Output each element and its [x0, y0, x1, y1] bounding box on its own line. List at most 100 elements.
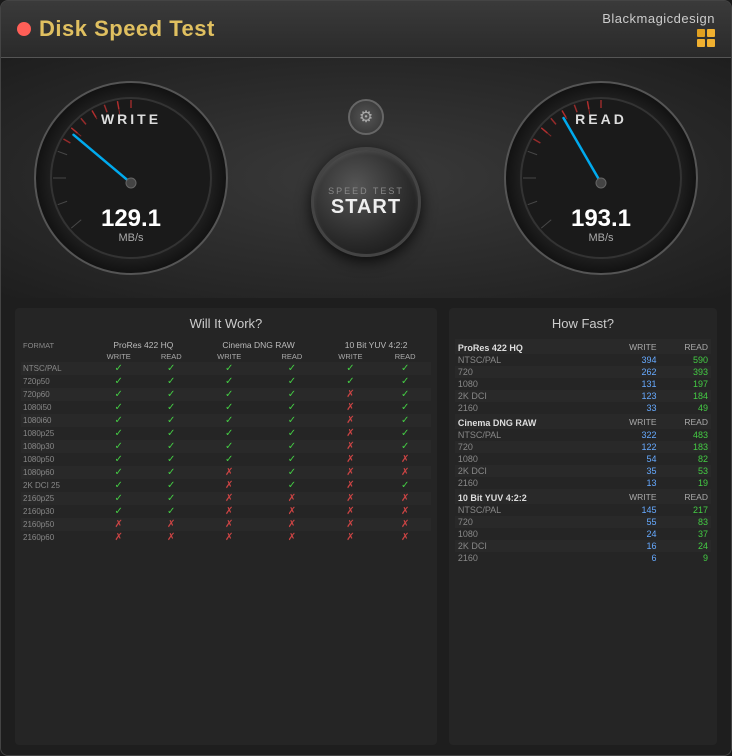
- gear-button[interactable]: ⚙: [348, 99, 384, 135]
- check-cell: ✓: [147, 375, 196, 388]
- check-cell: ✓: [263, 427, 322, 440]
- cross-cell: ✗: [91, 531, 147, 544]
- hf-row-label: 720: [455, 516, 602, 528]
- cross-cell: ✗: [379, 492, 430, 505]
- table-row: 2160p60✗✗✗✗✗✗: [21, 531, 431, 544]
- cross-cell: ✗: [379, 518, 430, 531]
- hf-write-val: 54: [602, 453, 660, 465]
- table-row: 1080p30✓✓✓✓✗✓: [21, 440, 431, 453]
- hf-section-header: Cinema DNG RAW WRITE READ: [455, 414, 711, 429]
- svg-text:WRITE: WRITE: [101, 111, 161, 127]
- check-cell: ✓: [91, 401, 147, 414]
- hf-row-label: 2K DCI: [455, 540, 602, 552]
- cross-cell: ✗: [196, 466, 263, 479]
- brand-sq-1: [697, 29, 705, 37]
- hf-row-label: 2K DCI: [455, 390, 602, 402]
- svg-text:READ: READ: [575, 111, 627, 127]
- hf-row-label: 720: [455, 441, 602, 453]
- cross-cell: ✗: [196, 492, 263, 505]
- format-cell: 1080i60: [21, 414, 91, 427]
- format-cell: 2160p30: [21, 505, 91, 518]
- svg-text:MB/s: MB/s: [118, 232, 144, 244]
- hf-write-val: 24: [602, 528, 660, 540]
- check-cell: ✓: [196, 362, 263, 375]
- hf-row-label: 1080: [455, 453, 602, 465]
- hf-data-row: NTSC/PAL 322 483: [455, 429, 711, 441]
- table-row: 720p60✓✓✓✓✗✓: [21, 388, 431, 401]
- hf-data-row: 2K DCI 123 184: [455, 390, 711, 402]
- data-section: Will It Work? FORMAT ProRes 422 HQ Cinem…: [1, 298, 731, 755]
- format-cell: 720p50: [21, 375, 91, 388]
- format-header: FORMAT: [21, 339, 91, 351]
- hf-row-label: NTSC/PAL: [455, 504, 602, 516]
- format-cell: 2160p25: [21, 492, 91, 505]
- table-row: 720p50✓✓✓✓✓✓: [21, 375, 431, 388]
- check-cell: ✓: [379, 375, 430, 388]
- check-cell: ✓: [91, 427, 147, 440]
- hf-read-val: 9: [660, 552, 711, 564]
- cross-cell: ✗: [379, 466, 430, 479]
- check-cell: ✓: [147, 479, 196, 492]
- hf-read-val: 49: [660, 402, 711, 414]
- start-button-main-label: START: [331, 196, 401, 219]
- check-cell: ✓: [379, 388, 430, 401]
- write-gauge-container: 129.1 MB/s WRITE: [31, 78, 231, 278]
- cross-cell: ✗: [196, 518, 263, 531]
- table-row: 2K DCI 25✓✓✗✓✗✓: [21, 479, 431, 492]
- check-cell: ✓: [91, 362, 147, 375]
- center-controls: ⚙ SPEED TEST START: [311, 99, 421, 257]
- table-row: 1080i60✓✓✓✓✗✓: [21, 414, 431, 427]
- hf-data-row: NTSC/PAL 394 590: [455, 354, 711, 366]
- hf-section-label: ProRes 422 HQ: [455, 339, 602, 354]
- check-cell: ✓: [263, 401, 322, 414]
- hf-write-val: 6: [602, 552, 660, 564]
- check-cell: ✓: [263, 440, 322, 453]
- check-cell: ✓: [147, 453, 196, 466]
- prores-write-header: WRITE: [91, 351, 147, 362]
- hf-data-row: 2160 6 9: [455, 552, 711, 564]
- read-gauge-container: 193.1 MB/s READ: [501, 78, 701, 278]
- cross-cell: ✗: [263, 492, 322, 505]
- check-cell: ✓: [147, 388, 196, 401]
- table-row: 1080i50✓✓✓✓✗✓: [21, 401, 431, 414]
- cross-cell: ✗: [321, 440, 379, 453]
- hf-data-row: 1080 54 82: [455, 453, 711, 465]
- check-cell: ✓: [91, 505, 147, 518]
- hf-write-col-header: WRITE: [602, 414, 660, 429]
- cross-cell: ✗: [379, 505, 430, 518]
- format-cell: 2160p60: [21, 531, 91, 544]
- hf-data-row: 720 262 393: [455, 366, 711, 378]
- check-cell: ✓: [379, 362, 430, 375]
- dng-read-header: READ: [263, 351, 322, 362]
- read-gauge: 193.1 MB/s READ: [501, 78, 701, 278]
- hf-data-row: 1080 24 37: [455, 528, 711, 540]
- brand-sq-2: [707, 29, 715, 37]
- will-it-work-table: FORMAT ProRes 422 HQ Cinema DNG RAW 10 B…: [21, 339, 431, 544]
- hf-write-val: 122: [602, 441, 660, 453]
- hf-data-row: 2160 33 49: [455, 402, 711, 414]
- check-cell: ✓: [263, 362, 322, 375]
- start-button[interactable]: SPEED TEST START: [311, 147, 421, 257]
- hf-data-row: 1080 131 197: [455, 378, 711, 390]
- table-row: 2160p50✗✗✗✗✗✗: [21, 518, 431, 531]
- will-it-work-title: Will It Work?: [21, 316, 431, 331]
- svg-text:193.1: 193.1: [571, 205, 631, 232]
- how-fast-title: How Fast?: [455, 316, 711, 331]
- table-row: 1080p25✓✓✓✓✗✓: [21, 427, 431, 440]
- check-cell: ✓: [263, 388, 322, 401]
- cross-cell: ✗: [196, 531, 263, 544]
- format-cell: 720p60: [21, 388, 91, 401]
- table-row: 1080p60✓✓✗✓✗✗: [21, 466, 431, 479]
- hf-write-val: 145: [602, 504, 660, 516]
- check-cell: ✓: [379, 479, 430, 492]
- brand-name: Blackmagicdesign: [602, 11, 715, 26]
- start-button-top-label: SPEED TEST: [328, 186, 404, 196]
- how-fast-table: ProRes 422 HQ WRITE READ NTSC/PAL 394 59…: [455, 339, 711, 564]
- check-cell: ✓: [379, 440, 430, 453]
- close-button[interactable]: [17, 22, 31, 36]
- hf-read-val: 393: [660, 366, 711, 378]
- check-cell: ✓: [147, 505, 196, 518]
- cross-cell: ✗: [263, 518, 322, 531]
- format-cell: 1080p30: [21, 440, 91, 453]
- title-bar-left: Disk Speed Test: [17, 16, 215, 42]
